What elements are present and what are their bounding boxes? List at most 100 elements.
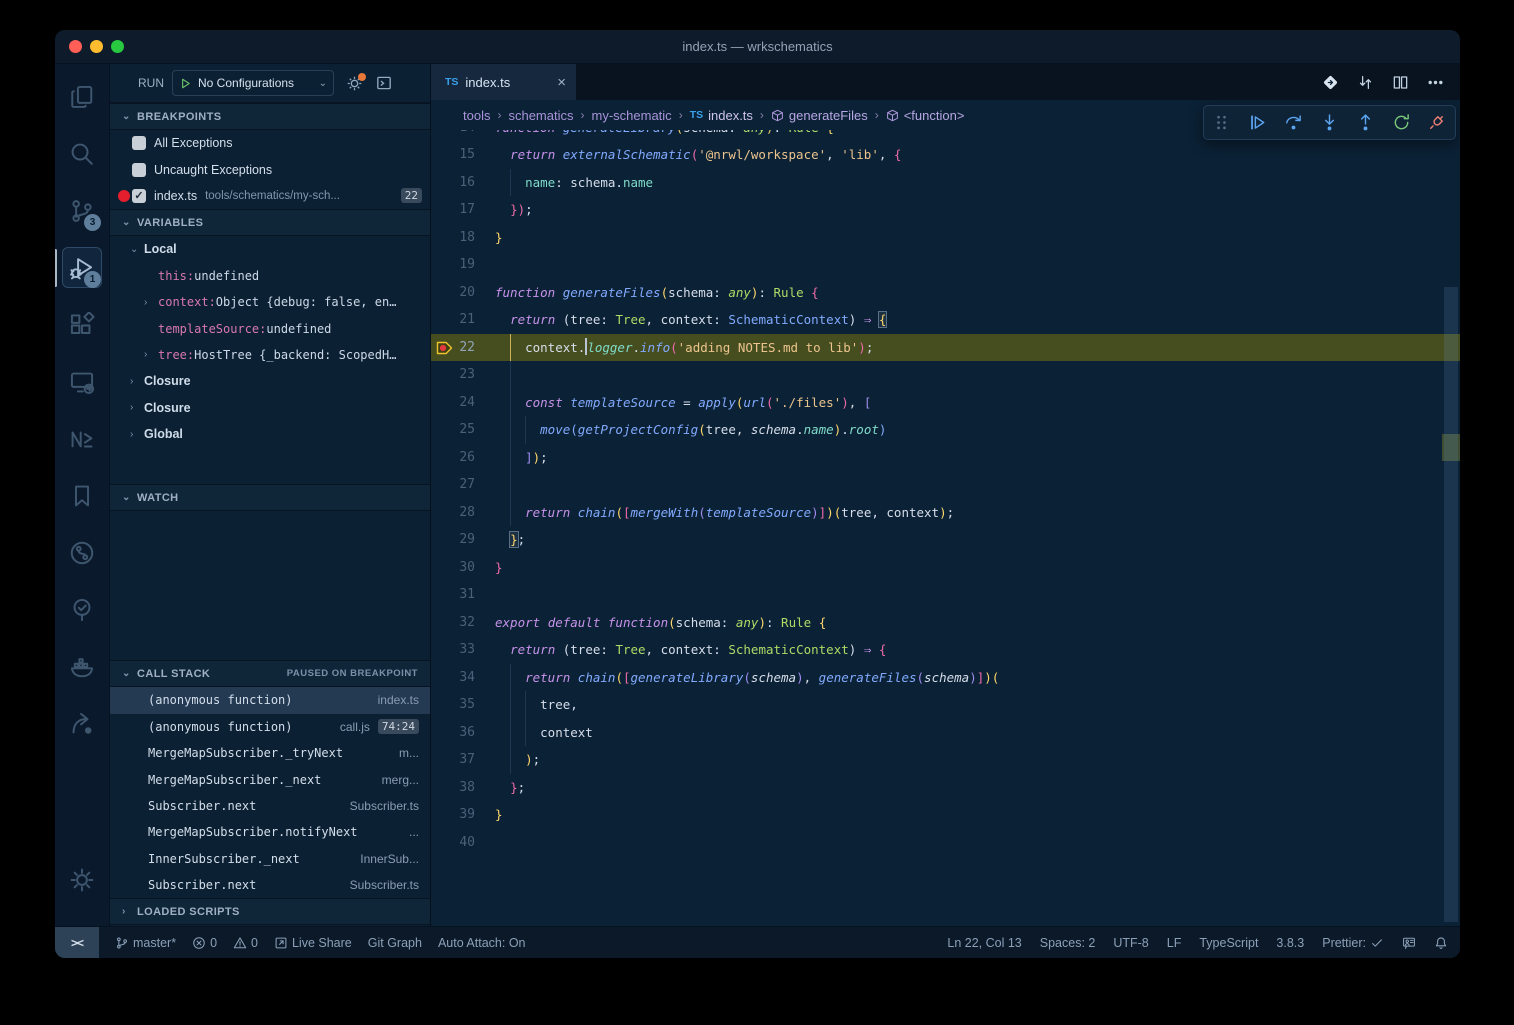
code-line[interactable]: 37 ); [431,746,1460,774]
activity-todo-tree-icon[interactable] [60,581,104,638]
warnings-item[interactable]: 0 [233,936,258,950]
variable-scope-row[interactable]: ⌄Local [110,236,430,262]
line-gutter[interactable]: 40 [431,829,495,857]
continue-icon[interactable] [1248,113,1267,132]
code-line[interactable]: 24 const templateSource = apply(url('./f… [431,389,1460,417]
line-gutter[interactable]: 23 [431,361,495,389]
editor[interactable]: tools›schematics›my-schematic›TSindex.ts… [431,100,1460,926]
configure-gear-icon[interactable] [346,75,363,92]
code-line[interactable]: 23 [431,361,1460,389]
line-gutter[interactable]: 28 [431,499,495,527]
code-line[interactable]: 30} [431,554,1460,582]
code-line[interactable]: 26 ]); [431,444,1460,472]
call-stack-frame[interactable]: Subscriber.nextSubscriber.ts [110,872,430,898]
live-share-item[interactable]: Live Share [274,936,352,950]
breakpoint-current-line-icon[interactable] [436,340,454,359]
line-gutter[interactable]: 21 [431,306,495,334]
more-actions-icon[interactable] [1427,74,1444,91]
code-line[interactable]: 17 }); [431,196,1460,224]
line-gutter[interactable]: 27 [431,471,495,499]
breakpoint-checkbox[interactable]: ✓ [132,189,146,203]
line-gutter[interactable]: 19 [431,251,495,279]
activity-remote-explorer-icon[interactable] [60,353,104,410]
code-line[interactable]: 32export default function(schema: any): … [431,609,1460,637]
code-line[interactable]: 21 return (tree: Tree, context: Schemati… [431,306,1460,334]
cursor-position-item[interactable]: Ln 22, Col 13 [947,936,1021,950]
activity-files-icon[interactable] [60,68,104,125]
launch-configuration-dropdown[interactable]: No Configurations ⌄ [172,70,334,96]
code-line[interactable]: 27 [431,471,1460,499]
line-gutter[interactable]: 24 [431,389,495,417]
line-gutter[interactable]: 20 [431,279,495,307]
feedback-item[interactable] [1402,936,1416,950]
breakpoint-checkbox[interactable] [132,136,146,150]
activity-nx-console-icon[interactable] [60,410,104,467]
breadcrumb-symbol[interactable]: <function> [886,108,965,123]
breadcrumb-file[interactable]: TSindex.ts [690,108,753,123]
scrollbar-thumb[interactable] [1444,287,1458,922]
activity-gitlens-icon[interactable] [60,524,104,581]
activity-docker-icon[interactable] [60,638,104,695]
breakpoints-section-header[interactable]: ⌄ BREAKPOINTS [110,103,430,130]
code-line[interactable]: 16 name: schema.name [431,169,1460,197]
auto-attach-item[interactable]: Auto Attach: On [438,936,526,950]
code-line[interactable]: 20function generateFiles(schema: any): R… [431,279,1460,307]
line-gutter[interactable]: 15 [431,141,495,169]
compare-changes-icon[interactable] [1357,74,1374,91]
encoding-item[interactable]: UTF-8 [1113,936,1148,950]
code-line[interactable]: 29 }; [431,526,1460,554]
indentation-item[interactable]: Spaces: 2 [1040,936,1096,950]
notifications-item[interactable] [1434,936,1448,950]
activity-run-debug-icon[interactable]: 1 [60,239,104,296]
code-line[interactable]: 18} [431,224,1460,252]
code-line[interactable]: 28 return chain([mergeWith(templateSourc… [431,499,1460,527]
errors-item[interactable]: 0 [192,936,217,950]
watch-section-header[interactable]: ⌄ WATCH [110,484,430,511]
breakpoint-row[interactable]: All Exceptions [110,130,430,156]
line-gutter[interactable]: 29 [431,526,495,554]
activity-bookmarks-icon[interactable] [60,467,104,524]
breakpoint-row[interactable]: ✓index.tstools/schematics/my-sch...22 [110,183,430,209]
editor-scrollbar[interactable] [1442,130,1460,926]
line-gutter[interactable]: 37 [431,746,495,774]
line-gutter[interactable]: 36 [431,719,495,747]
line-gutter[interactable]: 33 [431,636,495,664]
step-into-icon[interactable] [1320,113,1339,132]
drag-handle-icon[interactable] [1212,113,1231,132]
language-item[interactable]: TypeScript [1199,936,1258,950]
current-debug-line[interactable]: 22 context.logger.info('adding NOTES.md … [431,334,1460,362]
tab-index-ts[interactable]: TS index.ts × [431,64,576,100]
code-line[interactable]: 19 [431,251,1460,279]
variable-scope-row[interactable]: ›Closure [110,368,430,394]
call-stack-section-header[interactable]: ⌄ CALL STACK PAUSED ON BREAKPOINT [110,660,430,687]
debug-console-icon[interactable] [375,74,393,92]
call-stack-frame[interactable]: MergeMapSubscriber._tryNextm... [110,740,430,766]
variable-row[interactable]: ›context: Object {debug: false, en… [110,289,430,315]
step-over-icon[interactable] [1284,113,1303,132]
activity-search-icon[interactable] [60,125,104,182]
gitlens-diamond-icon[interactable] [1322,74,1339,91]
code-line[interactable]: 33 return (tree: Tree, context: Schemati… [431,636,1460,664]
line-gutter[interactable]: 17 [431,196,495,224]
code-line[interactable]: 31 [431,581,1460,609]
activity-extensions-icon[interactable] [60,296,104,353]
variables-section-header[interactable]: ⌄ VARIABLES [110,209,430,236]
line-gutter[interactable]: 16 [431,169,495,197]
variable-scope-row[interactable]: ›Closure [110,395,430,421]
remote-indicator[interactable]: >< [55,927,99,958]
branch-item[interactable]: master* [115,936,176,950]
code-line[interactable]: 35 tree, [431,691,1460,719]
breakpoint-checkbox[interactable] [132,163,146,177]
call-stack-frame[interactable]: InnerSubscriber._nextInnerSub... [110,846,430,872]
line-gutter[interactable]: 31 [431,581,495,609]
call-stack-frame[interactable]: MergeMapSubscriber.notifyNext... [110,819,430,845]
call-stack-frame[interactable]: (anonymous function)index.ts [110,687,430,713]
activity-source-control-icon[interactable]: 3 [60,182,104,239]
variable-row[interactable]: templateSource: undefined [110,315,430,341]
close-tab-icon[interactable]: × [557,74,566,91]
ts-version-item[interactable]: 3.8.3 [1276,936,1304,950]
configuration-name[interactable]: No Configurations [198,76,313,90]
code-line[interactable]: 15 return externalSchematic('@nrwl/works… [431,141,1460,169]
git-graph-item[interactable]: Git Graph [368,936,422,950]
line-gutter[interactable]: 25 [431,416,495,444]
